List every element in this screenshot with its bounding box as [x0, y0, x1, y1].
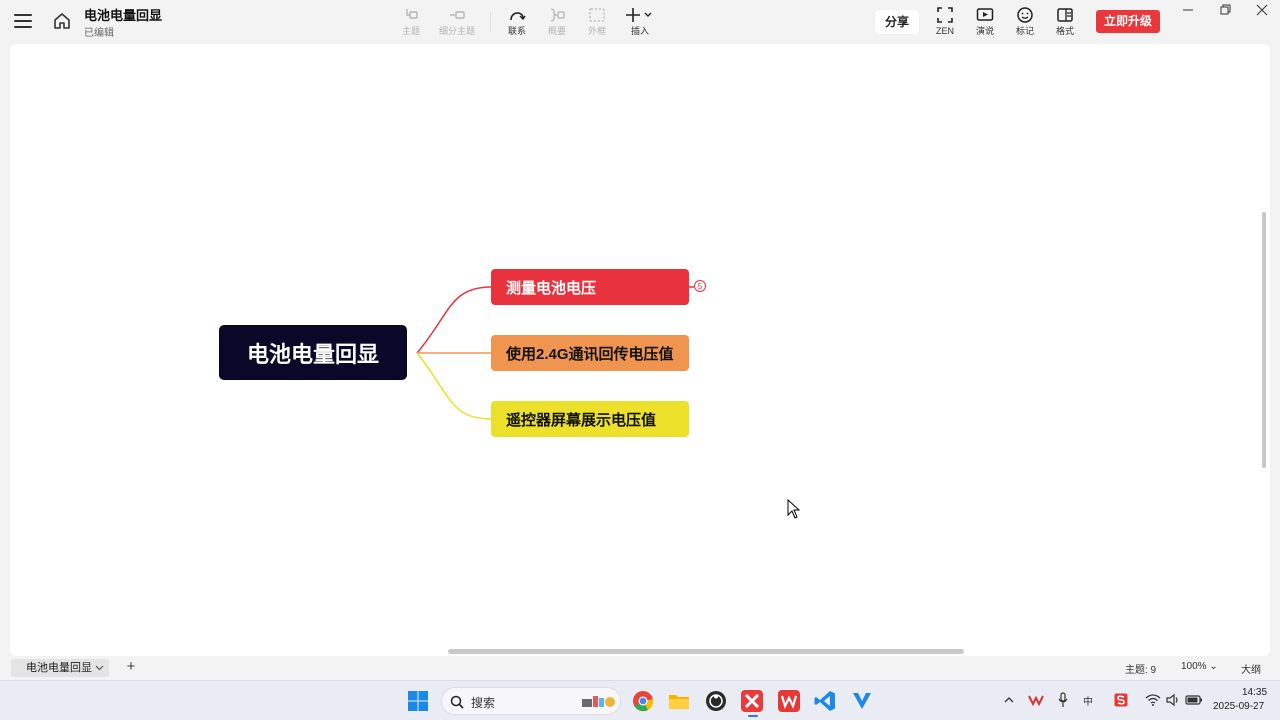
share-button[interactable]: 分享	[875, 10, 919, 34]
zoom-value: 100%	[1181, 661, 1207, 672]
vertical-scrollbar[interactable]	[1262, 212, 1266, 468]
smiley-icon	[1017, 7, 1033, 23]
insert-label: 插入	[630, 26, 649, 36]
sheet-tab-label: 电池电量回显	[26, 662, 92, 674]
child-topic-3[interactable]: 遥控器屏幕展示电压值	[491, 401, 689, 437]
plus-chevron-icon	[626, 8, 652, 22]
restore-icon[interactable]	[1217, 4, 1233, 16]
xmind-icon[interactable]	[740, 689, 764, 713]
windows-start-icon[interactable]	[406, 689, 430, 713]
sheet-tab[interactable]: 电池电量回显	[11, 659, 109, 677]
wifi-icon[interactable]	[1145, 694, 1161, 706]
topic-label: 主题	[401, 26, 420, 36]
volume-icon[interactable]	[1165, 693, 1181, 707]
mouse-cursor-icon	[787, 499, 801, 519]
status-bar: 电池电量回显 + 主题: 9 100% ⌄ 大纲	[0, 656, 1280, 680]
relation-label: 联系	[507, 26, 526, 36]
horizontal-scrollbar[interactable]	[448, 649, 964, 654]
hamburger-menu-icon[interactable]	[14, 12, 32, 30]
chrome-icon[interactable]	[631, 689, 655, 713]
topic-button[interactable]: 主题	[391, 6, 431, 40]
battery-icon[interactable]	[1185, 694, 1203, 706]
document-title[interactable]: 电池电量回显	[84, 5, 162, 24]
boundary-button[interactable]: 外框	[577, 6, 617, 40]
home-icon[interactable]	[52, 11, 72, 31]
boundary-label: 外框	[587, 26, 606, 36]
tray-s-icon[interactable]	[1114, 693, 1128, 707]
collapsed-count-badge[interactable]: 5	[694, 280, 706, 292]
zoom-chevron-icon: ⌄	[1209, 661, 1218, 672]
vscode-icon[interactable]	[813, 689, 837, 713]
microphone-icon[interactable]	[1057, 692, 1069, 708]
outline-button[interactable]: 大纲	[1241, 661, 1261, 676]
insert-button[interactable]: 插入	[620, 6, 660, 40]
present-button[interactable]: 演说	[965, 6, 1005, 40]
format-label: 格式	[1055, 26, 1074, 36]
tray-app-icon[interactable]	[1028, 693, 1044, 707]
summary-brace-icon	[550, 8, 565, 22]
zen-label: ZEN	[936, 26, 954, 36]
summary-label: 概要	[547, 26, 566, 36]
close-icon[interactable]	[1254, 4, 1270, 16]
mindmap-canvas[interactable]: 电池电量回显 测量电池电压 5 使用2.4G通讯回传电压值 遥控器屏幕展示电压值	[10, 44, 1270, 656]
summary-button[interactable]: 概要	[537, 6, 577, 40]
topic-count: 主题: 9	[1125, 665, 1157, 676]
connector-3	[416, 352, 492, 420]
document-status: 已编辑	[84, 28, 114, 39]
present-label: 演说	[975, 26, 994, 36]
add-sheet-icon[interactable]: +	[124, 658, 138, 676]
marker-label: 标记	[1015, 26, 1034, 36]
format-panel-icon	[1057, 8, 1073, 22]
marker-button[interactable]: 标记	[1005, 6, 1045, 40]
tray-overflow-icon[interactable]	[1003, 694, 1015, 706]
subtopic-button[interactable]: 细分主题	[437, 6, 477, 40]
topic-icon	[406, 9, 418, 19]
taskbar: 搜索 中 14:35 2025-09-27	[0, 680, 1280, 720]
file-explorer-icon[interactable]	[667, 689, 691, 713]
active-app-indicator	[748, 715, 758, 717]
relation-curve-icon	[510, 12, 526, 21]
chevron-down-icon	[95, 665, 104, 671]
taskbar-search[interactable]: 搜索	[441, 687, 621, 715]
connector-1	[416, 286, 492, 354]
root-topic[interactable]: 电池电量回显	[219, 325, 407, 380]
clock-date[interactable]: 2025-09-27	[1213, 701, 1264, 712]
search-icon	[450, 695, 464, 709]
subtopic-label: 细分主题	[438, 26, 475, 36]
format-button[interactable]: 格式	[1045, 6, 1085, 40]
zen-button[interactable]: ZEN	[925, 6, 965, 40]
upgrade-button[interactable]: 立即升级	[1096, 10, 1160, 33]
child-topic-1[interactable]: 测量电池电压	[491, 269, 689, 305]
clock-time[interactable]: 14:35	[1242, 687, 1267, 698]
obs-icon[interactable]	[704, 689, 728, 713]
top-toolbar: 电池电量回显 已编辑 主题 细分主题 联系 概要 外框 插入 分享 ZEN 演说…	[0, 0, 1280, 44]
relation-button[interactable]: 联系	[497, 6, 537, 40]
child-topic-2[interactable]: 使用2.4G通讯回传电压值	[491, 335, 689, 371]
zoom-level[interactable]: 100% ⌄	[1181, 661, 1218, 672]
wps-icon[interactable]	[777, 689, 801, 713]
play-screen-icon	[976, 8, 994, 21]
search-highlight-icon	[582, 696, 615, 707]
ime-indicator[interactable]: 中	[1083, 693, 1093, 708]
toolbar-divider	[490, 12, 491, 32]
minimize-icon[interactable]	[1180, 4, 1196, 16]
subtopic-icon	[450, 11, 465, 19]
fullscreen-icon	[937, 7, 953, 23]
search-placeholder: 搜索	[471, 696, 496, 710]
boundary-icon	[589, 8, 605, 22]
v-app-icon[interactable]	[850, 689, 874, 713]
